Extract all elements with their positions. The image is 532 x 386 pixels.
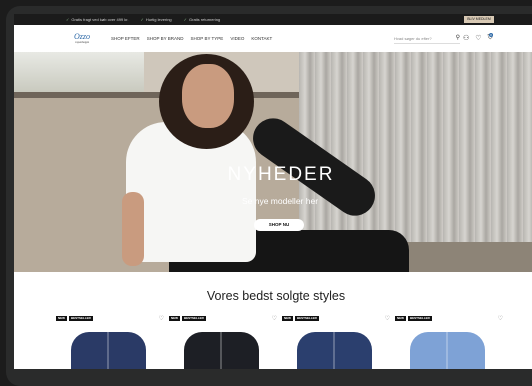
- user-icon[interactable]: ⚇: [463, 34, 469, 42]
- bestseller-badge: BESTSELLER: [295, 316, 319, 321]
- search-input[interactable]: Hvad søger du efter? ⚲: [394, 34, 460, 44]
- usp-item: ✓ Gratis returnering: [183, 17, 221, 22]
- heart-icon[interactable]: ♡: [498, 315, 503, 322]
- heart-icon[interactable]: ♡: [385, 315, 390, 322]
- new-badge: NEW: [395, 316, 406, 321]
- device-frame: ✓ Gratis fragt ved køb over 499 kr. ✓ Hurt…: [6, 6, 532, 386]
- search-icon[interactable]: ⚲: [456, 34, 460, 43]
- product-image: [297, 332, 372, 369]
- product-card[interactable]: NEW BESTSELLER ♡: [395, 312, 505, 369]
- product-badges: NEW BESTSELLER: [56, 316, 93, 321]
- product-badges: NEW BESTSELLER: [282, 316, 319, 321]
- new-badge: NEW: [56, 316, 67, 321]
- product-image: [410, 332, 485, 369]
- shop-now-button[interactable]: SHOP NU: [254, 219, 304, 231]
- check-icon: ✓: [140, 17, 144, 22]
- menu-item-shop-by-brand[interactable]: SHOP BY BRAND: [147, 36, 184, 41]
- new-badge: NEW: [282, 316, 293, 321]
- product-badges: NEW BESTSELLER: [169, 316, 206, 321]
- menu-item-shop-by-type[interactable]: SHOP BY TYPE: [191, 36, 224, 41]
- hero-model-arm: [122, 192, 144, 266]
- product-card[interactable]: NEW BESTSELLER ♡: [56, 312, 166, 369]
- browser-viewport: ✓ Gratis fragt ved køb over 499 kr. ✓ Hurt…: [14, 14, 532, 369]
- heart-icon[interactable]: ♡: [159, 315, 164, 322]
- product-grid: NEW BESTSELLER ♡ NEW BESTSELLER ♡ NEW BE…: [14, 312, 532, 369]
- hero-window: [14, 52, 144, 92]
- bestseller-badge: BESTSELLER: [182, 316, 206, 321]
- product-card[interactable]: NEW BESTSELLER ♡: [282, 312, 392, 369]
- bestsellers-title: Vores bedst solgte styles: [206, 289, 346, 303]
- usp-item: ✓ Gratis fragt ved køb over 499 kr.: [66, 17, 129, 22]
- main-menu: SHOP EFTER SHOP BY BRAND SHOP BY TYPE VI…: [111, 36, 272, 41]
- hero-model-face: [182, 64, 234, 128]
- check-icon: ✓: [183, 17, 188, 22]
- product-badges: NEW BESTSELLER: [395, 316, 432, 321]
- menu-item-kontakt[interactable]: KONTAKT: [251, 36, 272, 41]
- check-icon: ✓: [66, 17, 70, 22]
- search-placeholder: Hvad søger du efter?: [394, 36, 432, 41]
- cart-count-badge: 0: [489, 33, 493, 37]
- menu-item-video[interactable]: VIDEO: [230, 36, 244, 41]
- hero-window-sill: [14, 92, 299, 98]
- bestseller-badge: BESTSELLER: [69, 316, 93, 321]
- heart-icon[interactable]: ♡: [475, 34, 481, 42]
- heart-icon[interactable]: ♡: [272, 315, 277, 322]
- new-badge: NEW: [169, 316, 180, 321]
- usp-list: ✓ Gratis fragt ved køb over 499 kr. ✓ Hurt…: [66, 17, 220, 22]
- menu-item-shop-efter[interactable]: SHOP EFTER: [111, 36, 140, 41]
- hero-title: NYHEDER: [227, 164, 335, 185]
- logo-subtext: copenhagen: [74, 40, 90, 44]
- main-header: Ozzo copenhagen SHOP EFTER SHOP BY BRAND…: [14, 25, 532, 53]
- hero-subtitle: Se nye modeller her: [241, 196, 319, 206]
- hero-banner[interactable]: NYHEDER Se nye modeller her SHOP NU: [14, 52, 532, 272]
- logo[interactable]: Ozzo copenhagen: [66, 32, 98, 44]
- bestseller-badge: BESTSELLER: [408, 316, 432, 321]
- product-image: [184, 332, 259, 369]
- product-image: [71, 332, 146, 369]
- member-cta-button[interactable]: BLIV MEDLEM: [464, 16, 494, 23]
- usp-bar: ✓ Gratis fragt ved køb over 499 kr. ✓ Hurt…: [14, 14, 532, 25]
- product-card[interactable]: NEW BESTSELLER ♡: [169, 312, 279, 369]
- usp-item: ✓ Hurtig levering: [140, 17, 172, 22]
